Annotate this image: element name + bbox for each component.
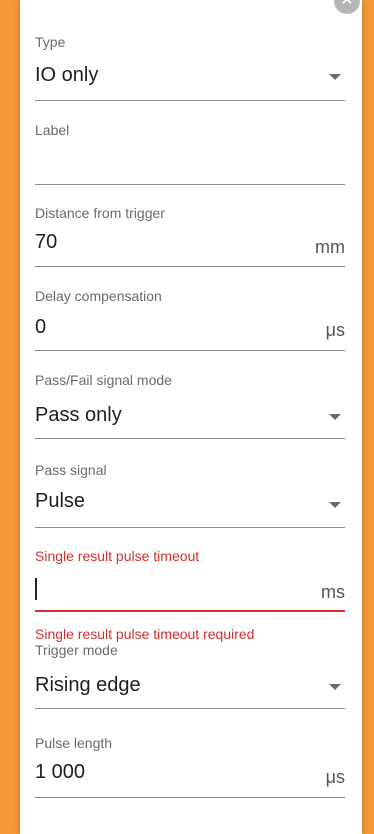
delay-underline — [35, 350, 345, 351]
passfail-underline — [35, 438, 345, 439]
pulse-length-input[interactable]: 1 000 — [35, 761, 85, 784]
timeout-error: Single result pulse timeout required — [35, 626, 255, 642]
type-underline — [35, 100, 345, 101]
passfail-label: Pass/Fail signal mode — [35, 372, 172, 388]
trigger-mode-select[interactable]: Trigger mode Rising edge — [35, 642, 345, 710]
delay-field[interactable]: Delay compensation 0 μs — [35, 288, 345, 354]
chevron-down-icon[interactable] — [329, 74, 341, 80]
pass-signal-underline — [35, 527, 345, 528]
type-value: IO only — [35, 64, 99, 86]
trigger-mode-label: Trigger mode — [35, 642, 118, 658]
distance-underline — [35, 266, 345, 267]
type-select[interactable]: Type IO only — [35, 34, 345, 102]
background-right — [362, 0, 374, 834]
text-cursor — [35, 578, 37, 600]
pulse-length-underline — [35, 797, 345, 798]
passfail-value: Pass only — [35, 404, 122, 426]
pass-signal-select[interactable]: Pass signal Pulse — [35, 462, 345, 528]
passfail-select[interactable]: Pass/Fail signal mode Pass only — [35, 372, 345, 440]
delay-label: Delay compensation — [35, 288, 162, 304]
trigger-mode-value: Rising edge — [35, 674, 141, 696]
pass-signal-label: Pass signal — [35, 462, 107, 478]
pulse-length-field[interactable]: Pulse length 1 000 μs — [35, 735, 345, 799]
chevron-down-icon[interactable] — [329, 502, 341, 508]
app-frame: ✕ Type IO only Label Distance from trigg… — [0, 0, 374, 834]
background-left — [0, 0, 20, 834]
pulse-length-unit: μs — [325, 767, 345, 787]
trigger-mode-underline — [35, 708, 345, 709]
timeout-label: Single result pulse timeout — [35, 548, 200, 564]
distance-field[interactable]: Distance from trigger 70 mm — [35, 205, 345, 271]
distance-input[interactable]: 70 — [35, 231, 57, 254]
pulse-length-label: Pulse length — [35, 735, 113, 751]
label-label: Label — [35, 122, 70, 138]
timeout-field[interactable]: Single result pulse timeout ms Single re… — [35, 548, 345, 642]
distance-unit: mm — [315, 237, 345, 257]
label-field[interactable]: Label — [35, 122, 345, 188]
chevron-down-icon[interactable] — [329, 684, 341, 690]
distance-label: Distance from trigger — [35, 205, 165, 221]
timeout-unit: ms — [321, 582, 345, 602]
type-label: Type — [35, 34, 66, 50]
timeout-underline — [35, 610, 345, 612]
delay-unit: μs — [325, 320, 345, 340]
label-underline — [35, 184, 345, 185]
chevron-down-icon[interactable] — [329, 414, 341, 420]
close-icon[interactable]: ✕ — [334, 0, 360, 14]
pass-signal-value: Pulse — [35, 490, 86, 512]
settings-panel: ✕ Type IO only Label Distance from trigg… — [20, 0, 362, 834]
delay-input[interactable]: 0 — [35, 316, 46, 339]
